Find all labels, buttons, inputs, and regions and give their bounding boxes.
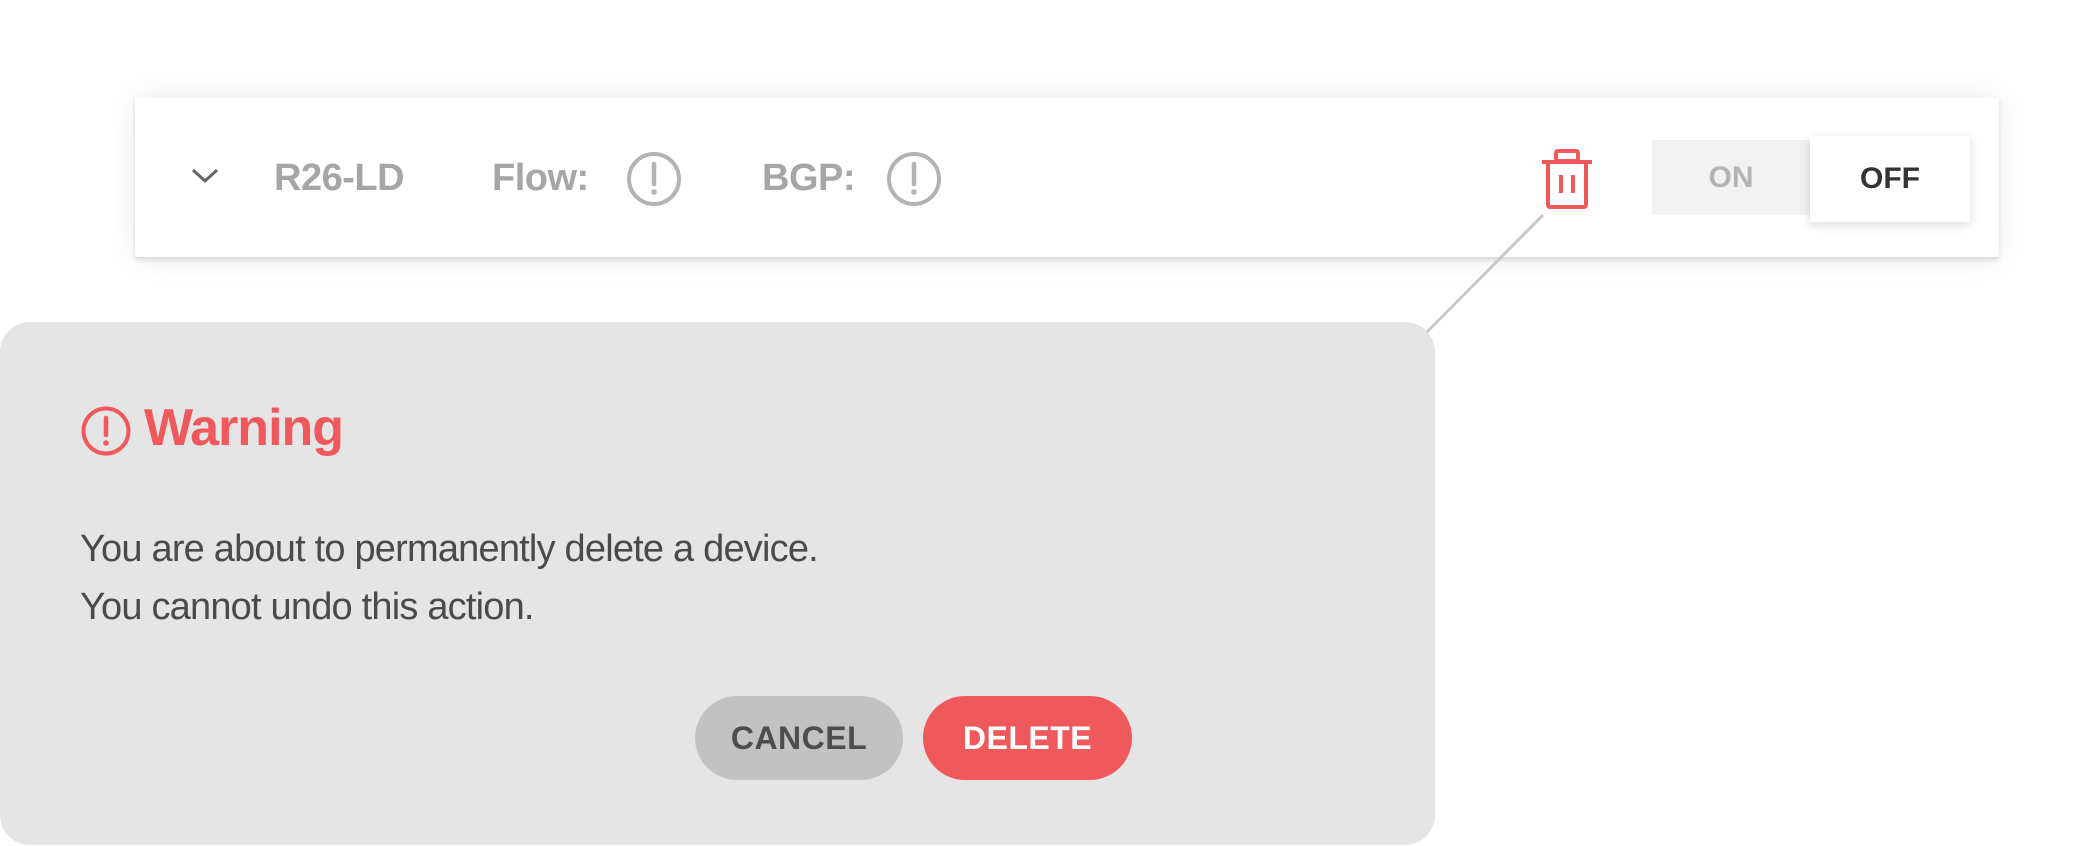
flow-alert-icon	[625, 150, 683, 208]
device-row-card: R26-LD Flow: BGP: ON OFF	[135, 98, 1999, 258]
cancel-button[interactable]: CANCEL	[695, 696, 903, 780]
toggle-off-option[interactable]: OFF	[1810, 136, 1970, 222]
chevron-down-icon[interactable]	[190, 166, 220, 186]
popover-message-line: You are about to permanently delete a de…	[80, 528, 819, 570]
device-name: R26-LD	[274, 157, 405, 199]
on-off-toggle[interactable]: ON OFF	[1652, 136, 1970, 222]
bgp-alert-icon	[885, 150, 943, 208]
toggle-on-option[interactable]: ON	[1652, 140, 1810, 215]
bgp-label: BGP:	[762, 157, 856, 199]
flow-label: Flow:	[492, 157, 589, 199]
popover-message: You are about to permanently delete a de…	[80, 520, 1280, 636]
popover-message-line: You cannot undo this action.	[80, 586, 534, 628]
delete-warning-popover: Warning You are about to permanently del…	[0, 322, 1435, 845]
alert-circle-icon	[80, 405, 132, 457]
trash-icon[interactable]	[1540, 148, 1594, 210]
delete-button[interactable]: DELETE	[923, 696, 1132, 780]
popover-title: Warning	[144, 399, 344, 457]
